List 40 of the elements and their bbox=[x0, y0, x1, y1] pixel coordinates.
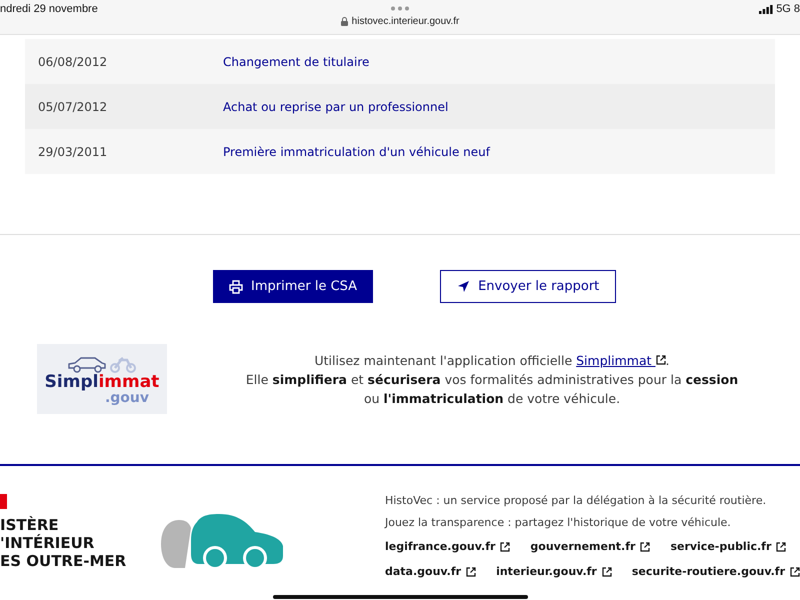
logo-suffix: .gouv bbox=[104, 390, 150, 404]
footer-link[interactable]: interieur.gouv.fr bbox=[496, 565, 612, 578]
status-date: ndredi 29 novembre bbox=[0, 3, 98, 15]
footer-link[interactable]: gouvernement.fr bbox=[530, 540, 650, 553]
footer-text: HistoVec : un service proposé par la délégation à la sécurité routière. bbox=[384, 494, 768, 508]
footer-link[interactable]: data.gouv.fr bbox=[384, 565, 476, 578]
footer-link[interactable]: service-public.fr bbox=[670, 540, 786, 553]
printer-icon bbox=[229, 280, 243, 294]
address-bar[interactable]: histovec.interieur.gouv.fr bbox=[352, 16, 460, 27]
external-link-icon bbox=[776, 542, 786, 552]
send-button[interactable]: Envoyer le rapport bbox=[440, 270, 616, 303]
external-link-icon bbox=[640, 542, 650, 552]
logo-text: Simplimmat bbox=[44, 374, 160, 390]
date-cell-text: 05/07/2012 bbox=[37, 100, 108, 114]
external-link-icon bbox=[500, 542, 510, 552]
lock-icon bbox=[340, 17, 348, 26]
footer-link[interactable]: securite-routiere.gouv.fr bbox=[632, 565, 800, 578]
print-button[interactable]: Imprimer le CSA bbox=[213, 270, 374, 303]
event-cell: Changement de titulaire bbox=[223, 54, 370, 68]
external-link-icon bbox=[656, 354, 666, 364]
event-cell: Achat ou reprise par un professionnel bbox=[223, 100, 448, 114]
ministry-name: 'INTÉRIEUR bbox=[0, 534, 96, 552]
external-link-icon bbox=[790, 566, 800, 576]
more-icon[interactable] bbox=[390, 6, 410, 11]
footer-text: Jouez la transparence : partagez l'historique de votre véhicule. bbox=[384, 516, 732, 530]
battery-level: 8 bbox=[794, 3, 800, 15]
ministry-name: ISTÈRE bbox=[0, 516, 60, 534]
network-label: 5G bbox=[776, 3, 791, 15]
ministry-name: ES OUTRE-MER bbox=[0, 552, 128, 570]
event-cell: Première immatriculation d'un véhicule neuf bbox=[223, 144, 490, 158]
send-icon bbox=[457, 280, 470, 293]
promo-text: Utilisez maintenant l'application officielle Simplimmat . Elle simplifiera et sécurisera vos formalités administratives pour la cession ou l'immatriculation de votre véhicule. bbox=[244, 352, 740, 408]
external-link-icon bbox=[602, 566, 612, 576]
footer-link[interactable]: legifrance.gouv.fr bbox=[384, 540, 510, 553]
flag-mark bbox=[0, 494, 7, 509]
signal-icon bbox=[759, 4, 774, 14]
external-link-icon bbox=[466, 566, 476, 576]
date-cell-text: 29/03/2011 bbox=[37, 144, 108, 158]
simplimmat-link[interactable]: Simplimmat bbox=[576, 352, 666, 368]
date-cell-text: 06/08/2012 bbox=[37, 54, 108, 68]
